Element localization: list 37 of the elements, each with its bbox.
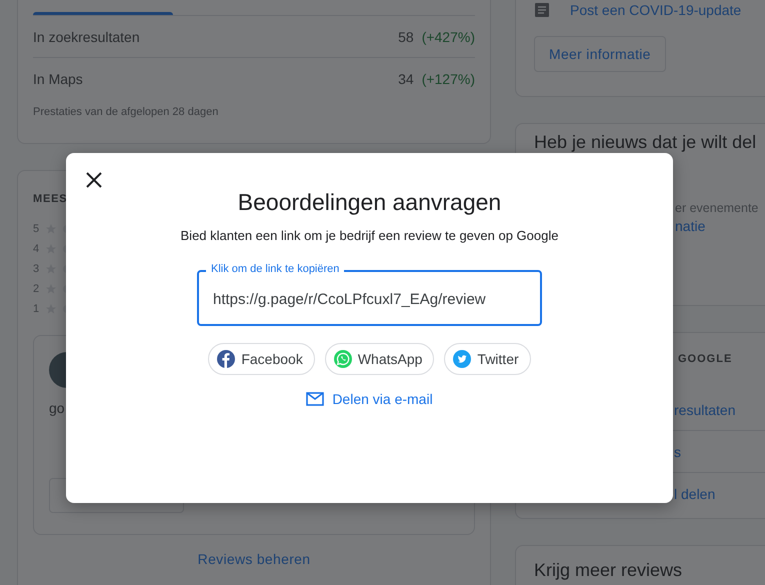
stat-value: 34	[398, 70, 414, 86]
rating-label: 5	[33, 223, 40, 235]
dialog-subtitle: Bied klanten een link om je bedrijf een review te geven op Google	[180, 228, 558, 243]
bird-icon	[453, 350, 472, 368]
email-share-link[interactable]: Delen via e-mail	[306, 391, 433, 407]
card-link[interactable]: s	[674, 444, 681, 460]
card-link[interactable]: l delen	[674, 486, 716, 502]
card-text: er evenemente	[675, 201, 758, 215]
card-heading: MEES	[33, 193, 68, 205]
footnote: Prestaties van de afgelopen 28 dagen	[33, 106, 220, 118]
dialog-title: Beoordelingen aanvragen	[238, 189, 502, 216]
rating-label: 2	[33, 283, 40, 295]
field-label: Klik om de link te kopiëren	[206, 263, 344, 276]
card-link[interactable]: resultaten	[674, 402, 736, 418]
card-heading: GOOGLE	[678, 353, 732, 365]
rating-label: 3	[33, 263, 40, 275]
more-info-button[interactable]: Meer informatie	[534, 36, 666, 72]
share-button[interactable]: Twitter	[444, 343, 531, 375]
share-button[interactable]: Facebook	[208, 343, 315, 375]
stat-label: In zoekresultaten	[33, 28, 140, 44]
stat-change: (+127%)	[422, 70, 475, 86]
stat-value: 58	[398, 28, 414, 44]
rating-label: 4	[33, 243, 40, 255]
card-title: Heb je nieuws dat je wilt del	[534, 132, 756, 153]
covid-update-link[interactable]: Post een COVID-19-update	[570, 2, 742, 18]
review-text: go	[49, 400, 65, 416]
close-icon[interactable]	[84, 170, 104, 190]
stat-label: In Maps	[33, 70, 83, 86]
whatsapp-icon	[334, 350, 352, 368]
card-title: Krijg meer reviews	[534, 560, 682, 581]
rating-label: 1	[33, 303, 40, 315]
stat-change: (+427%)	[422, 28, 475, 44]
share-button[interactable]: WhatsApp	[324, 343, 434, 375]
facebook-icon	[217, 350, 236, 368]
manage-reviews-link[interactable]: Reviews beheren	[198, 551, 310, 567]
envelope-icon	[306, 392, 324, 406]
info-link[interactable]: natie	[675, 218, 706, 234]
